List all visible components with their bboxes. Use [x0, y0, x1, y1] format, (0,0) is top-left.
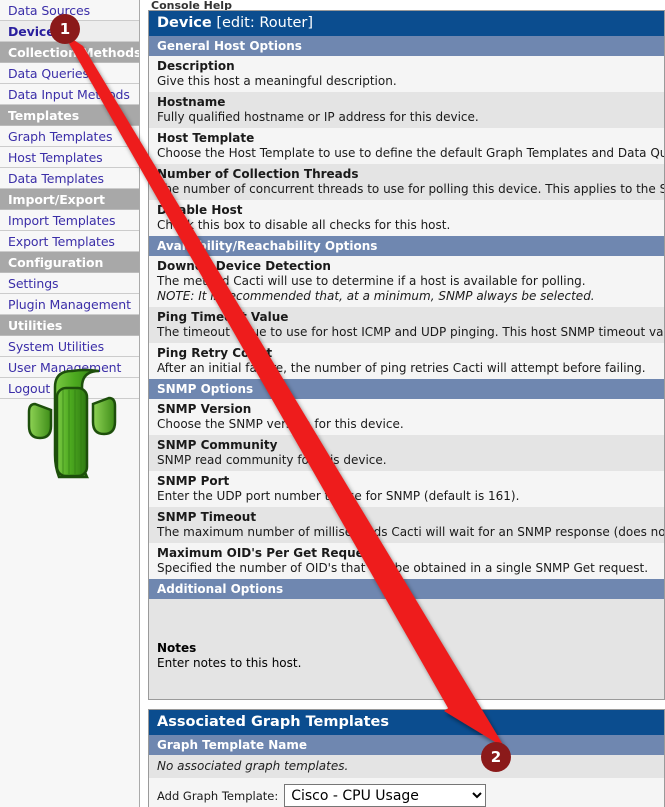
device-panel-title: Device [edit: Router]: [149, 11, 664, 36]
sidebar-header-import-export: Import/Export: [0, 189, 139, 210]
sidebar-nav: Data Sources Devices Collection Methods Dat…: [0, 0, 139, 399]
sidebar-item-import-templates[interactable]: Import Templates: [0, 210, 139, 231]
notes-block[interactable]: Notes Enter notes to this host.: [149, 599, 664, 699]
form-field-row[interactable]: Ping Timeout Value The timeout value to u…: [149, 307, 664, 343]
associated-graph-templates-panel: Associated Graph Templates Graph Templat…: [148, 709, 665, 807]
add-graph-template-label: Add Graph Template:: [157, 788, 279, 803]
sidebar-item-data-queries[interactable]: Data Queries: [0, 63, 139, 84]
sidebar-item-data-templates[interactable]: Data Templates: [0, 168, 139, 189]
form-field-description: Give this host a meaningful description.: [157, 74, 397, 88]
graph-template-name-column-header: Graph Template Name: [149, 735, 664, 755]
form-field-row[interactable]: Host Template Choose the Host Template to…: [149, 128, 664, 164]
device-panel-title-edit: [edit: Router]: [211, 15, 314, 31]
notes-description: Enter notes to this host.: [157, 656, 302, 670]
form-field-description: SNMP read community for this device.: [157, 453, 387, 467]
form-field-label: SNMP Version: [157, 402, 252, 416]
form-field-label: Number of Collection Threads: [157, 167, 359, 181]
add-graph-template-row: Add Graph Template: Cisco - CPU Usage: [149, 778, 664, 807]
sidebar-header-templates: Templates: [0, 105, 139, 126]
annotation-badge-2: 2: [481, 742, 511, 772]
form-field-description: Enter the UDP port number to use for SNM…: [157, 489, 520, 503]
form-field-note: NOTE: It is recommended that, at a minim…: [157, 289, 595, 303]
graph-templates-empty-message: No associated graph templates.: [149, 755, 664, 778]
form-field-row[interactable]: Description Give this host a meaningful d…: [149, 56, 664, 92]
form-field-description: After an initial failure, the number of …: [157, 361, 646, 375]
section-bar: General Host Options: [149, 36, 664, 56]
form-field-label: Host Template: [157, 131, 255, 145]
form-field-description: Check this box to disable all checks for…: [157, 218, 451, 232]
form-field-label: Ping Retry Count: [157, 346, 273, 360]
form-field-label: SNMP Timeout: [157, 510, 257, 524]
breadcrumb: Console Help: [151, 0, 232, 10]
sidebar: Data Sources Devices Collection Methods Dat…: [0, 0, 140, 807]
annotation-badge-1: 1: [50, 14, 80, 44]
additional-options-bar: Additional Options: [149, 579, 664, 599]
sidebar-item-settings[interactable]: Settings: [0, 273, 139, 294]
sidebar-item-graph-templates[interactable]: Graph Templates: [0, 126, 139, 147]
form-field-row[interactable]: SNMP Community SNMP read community for th…: [149, 435, 664, 471]
device-sections: General Host Options Description Give this…: [149, 36, 664, 579]
sidebar-item-plugin-management[interactable]: Plugin Management: [0, 294, 139, 315]
sidebar-item-host-templates[interactable]: Host Templates: [0, 147, 139, 168]
form-field-row[interactable]: Ping Retry Count After an initial failure…: [149, 343, 664, 379]
form-field-row[interactable]: SNMP Timeout The maximum number of millis…: [149, 507, 664, 543]
form-field-description: Choose the SNMP version for this device.: [157, 417, 404, 431]
form-field-description: Specified the number of OID's that can b…: [157, 561, 649, 575]
form-field-row[interactable]: Number of Collection Threads The number o…: [149, 164, 664, 200]
form-field-row[interactable]: SNMP Port Enter the UDP port number to us…: [149, 471, 664, 507]
sidebar-item-system-utilities[interactable]: System Utilities: [0, 336, 139, 357]
form-field-description: Fully qualified hostname or IP address f…: [157, 110, 479, 124]
form-field-row[interactable]: Disable Host Check this box to disable al…: [149, 200, 664, 236]
main-content: Console Help Device [edit: Router] Gener…: [148, 0, 665, 807]
form-field-label: Ping Timeout Value: [157, 310, 289, 324]
sidebar-item-export-templates[interactable]: Export Templates: [0, 231, 139, 252]
form-field-row[interactable]: Downed Device Detection The method Cacti …: [149, 256, 664, 307]
form-field-description: The maximum number of milliseconds Cacti…: [157, 525, 665, 539]
sidebar-header-configuration: Configuration: [0, 252, 139, 273]
form-field-label: Hostname: [157, 95, 226, 109]
form-field-row[interactable]: Maximum OID's Per Get Request Specified t…: [149, 543, 664, 579]
form-field-label: Maximum OID's Per Get Request: [157, 546, 377, 560]
sidebar-header-collection-methods: Collection Methods: [0, 42, 139, 63]
section-bar: Availability/Reachability Options: [149, 236, 664, 256]
form-field-description: Choose the Host Template to use to defin…: [157, 146, 664, 160]
sidebar-header-utilities: Utilities: [0, 315, 139, 336]
form-field-description: The method Cacti will use to determine i…: [157, 274, 586, 288]
page-root: Data Sources Devices Collection Methods Dat…: [0, 0, 665, 807]
add-graph-template-select[interactable]: Cisco - CPU Usage: [284, 784, 487, 807]
device-panel-title-main: Device: [157, 15, 212, 31]
section-bar: SNMP Options: [149, 379, 664, 399]
form-field-label: Downed Device Detection: [157, 259, 331, 273]
form-field-description: The number of concurrent threads to use …: [157, 182, 664, 196]
notes-label: Notes: [157, 641, 197, 655]
form-field-label: SNMP Community: [157, 438, 278, 452]
cactus-logo-icon: [27, 368, 117, 479]
sidebar-item-data-input-methods[interactable]: Data Input Methods: [0, 84, 139, 105]
form-field-row[interactable]: Hostname Fully qualified hostname or IP a…: [149, 92, 664, 128]
form-field-label: SNMP Port: [157, 474, 230, 488]
form-field-description: The timeout value to use for host ICMP a…: [157, 325, 664, 339]
device-panel: Device [edit: Router] General Host Optio…: [148, 10, 665, 700]
graph-templates-panel-title: Associated Graph Templates: [149, 710, 664, 735]
form-field-label: Description: [157, 59, 235, 73]
form-field-row[interactable]: SNMP Version Choose the SNMP version for …: [149, 399, 664, 435]
form-field-label: Disable Host: [157, 203, 243, 217]
